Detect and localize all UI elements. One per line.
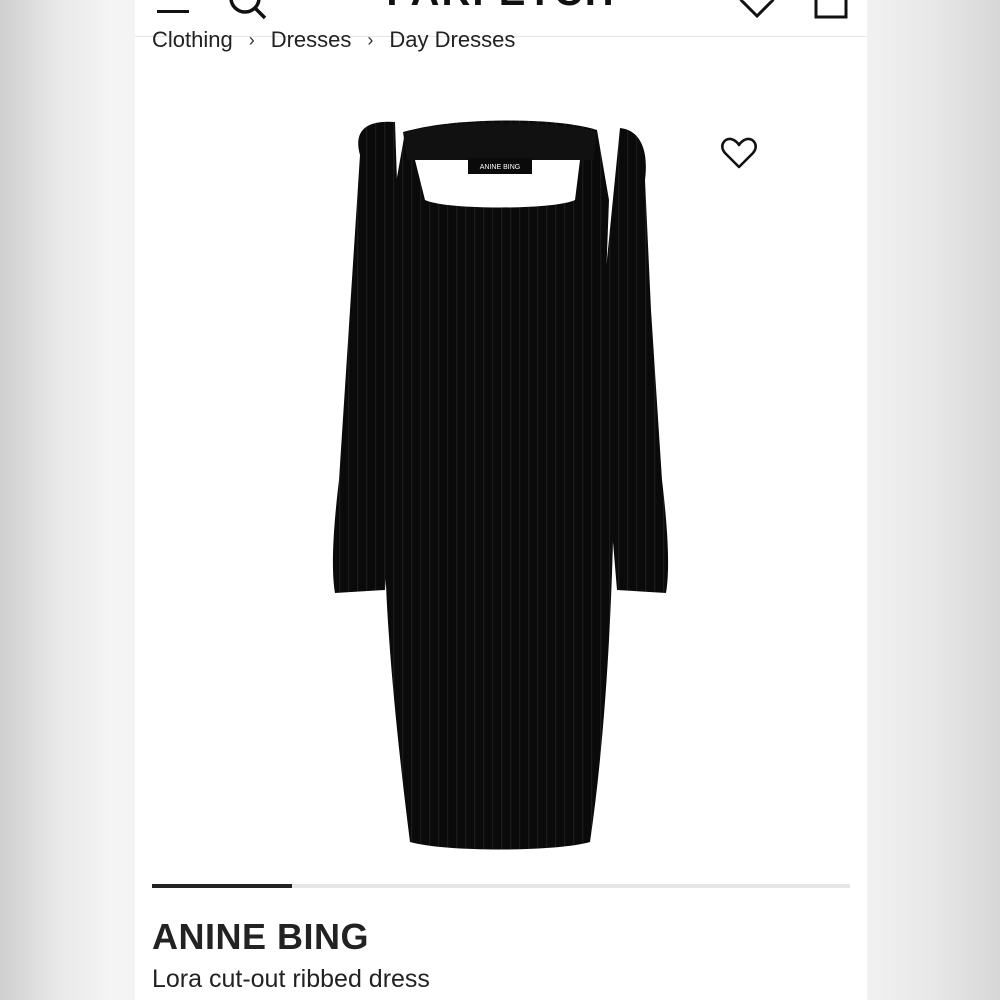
dress-garment [332, 120, 669, 850]
breadcrumb-separator: › [367, 29, 374, 50]
product-page: FARFETCH Clothing › Dresses › Day Dresse… [135, 0, 867, 1000]
breadcrumb-separator: › [248, 29, 255, 50]
image-carousel-progress-fill [152, 884, 292, 888]
breadcrumb-day-dresses[interactable]: Day Dresses [389, 27, 515, 53]
product-name: Lora cut-out ribbed dress [152, 965, 430, 993]
garment-label: ANINE BING [480, 164, 520, 171]
breadcrumb: Clothing › Dresses › Day Dresses [152, 27, 515, 53]
product-brand[interactable]: ANINE BING [152, 916, 369, 958]
image-carousel-progress [152, 884, 850, 888]
breadcrumb-clothing[interactable]: Clothing [152, 27, 233, 53]
heart-icon[interactable] [737, 0, 777, 20]
breadcrumb-dresses[interactable]: Dresses [271, 27, 352, 53]
bag-icon[interactable] [811, 0, 851, 20]
wishlist-heart-icon[interactable] [720, 136, 758, 170]
product-image[interactable]: ANINE BING [135, 60, 867, 870]
